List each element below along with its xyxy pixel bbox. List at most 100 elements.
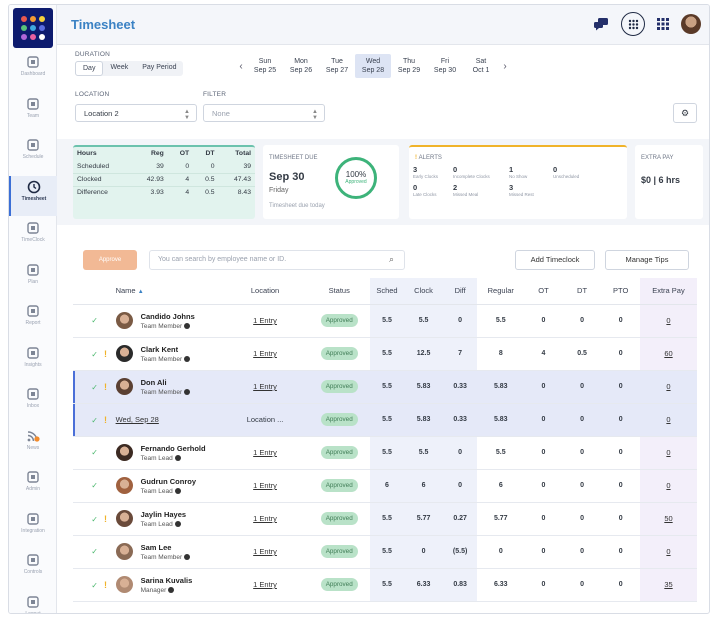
location-link[interactable]: 1 Entry — [253, 349, 277, 358]
extra-pay-link[interactable]: 50 — [664, 514, 672, 523]
row-checkbox-cell[interactable] — [73, 370, 92, 404]
app-launcher-icon[interactable] — [657, 18, 669, 30]
add-timeclock-button[interactable]: Add Timeclock — [515, 250, 595, 270]
row-checkbox-cell[interactable] — [73, 502, 92, 536]
col-clock[interactable]: Clock — [404, 278, 443, 305]
location-link[interactable]: 1 Entry — [253, 316, 277, 325]
extra-pay-link[interactable]: 0 — [666, 448, 670, 457]
chat-icon[interactable] — [593, 17, 609, 31]
day-wed[interactable]: Wed Sep 28 — [355, 54, 391, 78]
employee-name[interactable]: Sam Lee — [141, 543, 191, 552]
sidebar-item-team[interactable]: Team — [9, 93, 57, 133]
table-row[interactable]: ✓! Sarina Kuvalis Manager 1 Entry Approved 5.… — [73, 568, 697, 602]
extra-pay-link[interactable]: 0 — [666, 481, 670, 490]
apps-circle-button[interactable] — [621, 12, 645, 36]
alert-item[interactable]: 0 Incomplete Clocks — [453, 165, 509, 179]
row-checkbox-cell[interactable] — [73, 469, 92, 503]
info-icon[interactable] — [184, 355, 191, 362]
table-row[interactable]: ✓! Clark Kent Team Member 1 Entry Approved 5.… — [73, 337, 697, 371]
day-thu[interactable]: Thu Sep 29 — [391, 54, 427, 78]
employee-name[interactable]: Candido Johns — [141, 312, 195, 321]
col-extra-pay[interactable]: Extra Pay — [639, 278, 697, 305]
duration-week-option[interactable]: Week — [103, 61, 135, 76]
alert-item[interactable]: 3 Early Clocks — [413, 165, 453, 179]
sidebar-item-dashboard[interactable]: Dashboard — [9, 51, 57, 91]
day-sat[interactable]: Sat Oct 1 — [463, 54, 499, 78]
employee-name[interactable]: Clark Kent — [141, 345, 191, 354]
day-tue[interactable]: Tue Sep 27 — [319, 54, 355, 78]
location-link[interactable]: 1 Entry — [253, 580, 277, 589]
extra-pay-link[interactable]: 0 — [666, 316, 670, 325]
alert-item[interactable]: 2 Missed Meal — [453, 183, 509, 197]
day-sun[interactable]: Sun Sep 25 — [247, 54, 283, 78]
select-all-cell[interactable] — [73, 278, 92, 305]
table-row[interactable]: ✓! Don Ali Team Member 1 Entry Approved 5.5 5.… — [73, 370, 697, 404]
table-row[interactable]: ✓ Sam Lee Team Member 1 Entry Approved 5.5 0 (5… — [73, 535, 697, 569]
col-ot[interactable]: OT — [524, 278, 563, 305]
col-pto[interactable]: PTO — [601, 278, 640, 305]
app-logo[interactable] — [13, 8, 53, 48]
col-diff[interactable]: Diff — [442, 278, 478, 305]
location-link[interactable]: 1 Entry — [253, 481, 277, 490]
location-link[interactable]: 1 Entry — [253, 448, 277, 457]
col-sched[interactable]: Sched — [369, 278, 405, 305]
sidebar-item-controls[interactable]: Controls — [9, 549, 57, 589]
row-checkbox-cell[interactable] — [73, 403, 92, 437]
col-location[interactable]: Location — [221, 278, 309, 305]
settings-button[interactable]: ⚙ — [673, 103, 697, 123]
employee-name[interactable]: Don Ali — [141, 378, 191, 387]
alert-item[interactable] — [553, 183, 613, 197]
shift-date-link[interactable]: Wed, Sep 28 — [116, 415, 159, 424]
info-icon[interactable] — [184, 322, 191, 329]
employee-name[interactable]: Fernando Gerhold — [141, 444, 206, 453]
extra-pay-link[interactable]: 0 — [666, 382, 670, 391]
alert-item[interactable]: 0 Late Clocks — [413, 183, 453, 197]
table-row[interactable]: ✓ Gudrun Conroy Team Lead 1 Entry Approved 6 6… — [73, 469, 697, 503]
info-icon[interactable] — [174, 520, 181, 527]
extra-pay-link[interactable]: 35 — [664, 580, 672, 589]
sidebar-item-insights[interactable]: Insights — [9, 342, 57, 382]
sidebar-item-logout[interactable]: Logout — [9, 591, 57, 613]
location-select[interactable]: Location 2 ▲ ▼ — [75, 104, 197, 122]
sidebar-item-schedule[interactable]: Schedule — [9, 134, 57, 174]
day-fri[interactable]: Fri Sep 30 — [427, 54, 463, 78]
filter-select[interactable]: None ▲ ▼ — [203, 104, 325, 122]
day-mon[interactable]: Mon Sep 26 — [283, 54, 319, 78]
approve-button[interactable]: Approve — [83, 250, 137, 270]
location-link[interactable]: 1 Entry — [253, 547, 277, 556]
extra-pay-link[interactable]: 0 — [666, 547, 670, 556]
alert-item[interactable]: 3 Missed Rest — [509, 183, 553, 197]
col-dt[interactable]: DT — [562, 278, 602, 305]
table-row[interactable]: ✓ Candido Johns Team Member 1 Entry Approved… — [73, 304, 697, 338]
sidebar-item-timesheet[interactable]: Timesheet — [9, 175, 57, 216]
col-regular[interactable]: Regular — [477, 278, 525, 305]
prev-arrow-icon[interactable]: ‹ — [235, 61, 247, 72]
table-row[interactable]: ✓ Fernando Gerhold Team Lead 1 Entry Approve… — [73, 436, 697, 470]
row-checkbox-cell[interactable] — [73, 337, 92, 371]
info-icon[interactable] — [174, 487, 181, 494]
sidebar-item-plan[interactable]: Plan — [9, 259, 57, 299]
duration-day-option[interactable]: Day — [75, 61, 104, 76]
employee-name[interactable]: Sarina Kuvalis — [141, 576, 193, 585]
row-checkbox-cell[interactable] — [73, 535, 92, 569]
sidebar-item-inbox[interactable]: Inbox — [9, 383, 57, 423]
sidebar-item-timeclock[interactable]: TimeClock — [9, 217, 57, 257]
info-icon[interactable] — [174, 454, 181, 461]
alert-item[interactable]: 1 No Show — [509, 165, 553, 179]
location-link[interactable]: 1 Entry — [253, 382, 277, 391]
sidebar-item-integration[interactable]: Integration — [9, 508, 57, 548]
employee-name[interactable]: Gudrun Conroy — [141, 477, 196, 486]
info-icon[interactable] — [184, 553, 191, 560]
location-link[interactable]: Location ... — [247, 415, 284, 424]
duration-pay-period-option[interactable]: Pay Period — [135, 61, 183, 76]
user-avatar[interactable] — [681, 14, 701, 34]
table-subrow[interactable]: ✓! Wed, Sep 28 Location ... Approved 5.5 5.83… — [73, 403, 697, 437]
table-row[interactable]: ✓! Jaylin Hayes Team Lead 1 Entry Approved 5.… — [73, 502, 697, 536]
row-checkbox-cell[interactable] — [73, 436, 92, 470]
extra-pay-link[interactable]: 0 — [666, 415, 670, 424]
manage-tips-button[interactable]: Manage Tips — [605, 250, 689, 270]
alert-item[interactable]: 0 Unscheduled — [553, 165, 613, 179]
info-icon[interactable] — [168, 586, 175, 593]
sidebar-item-admin[interactable]: Admin — [9, 466, 57, 506]
sidebar-item-news[interactable]: News — [9, 425, 57, 465]
